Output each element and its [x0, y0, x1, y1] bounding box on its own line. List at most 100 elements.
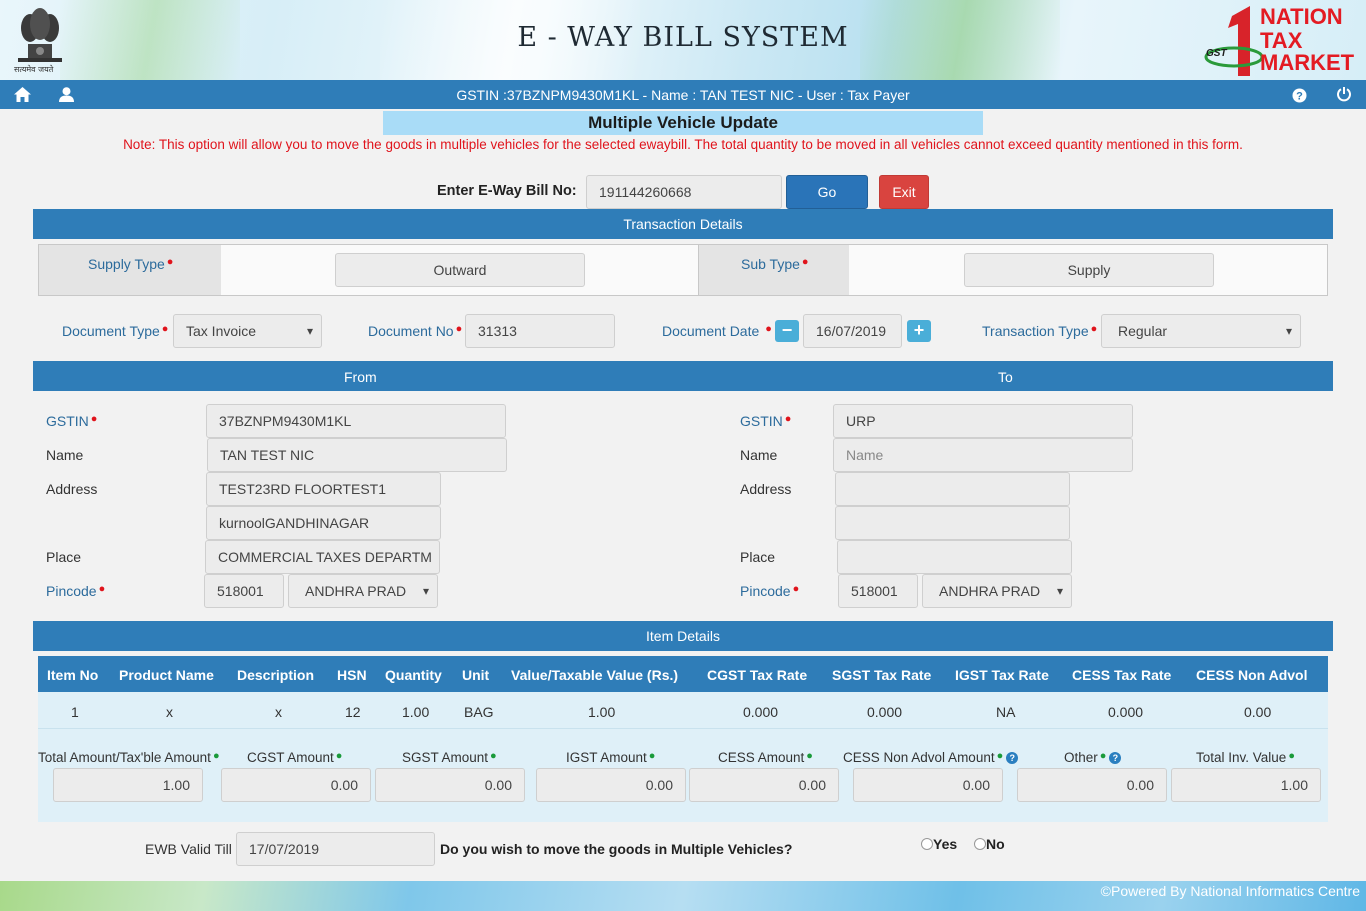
- to-place-label: Place: [740, 549, 776, 565]
- col-hsn: HSN: [337, 667, 367, 683]
- document-date-label: Document Date ●: [662, 323, 772, 339]
- sgst-amount-input[interactable]: 0.00: [375, 768, 525, 802]
- date-plus-button[interactable]: +: [907, 320, 931, 342]
- document-type-select[interactable]: Tax Invoice: [173, 314, 322, 348]
- sub-type-field[interactable]: Supply: [964, 253, 1214, 287]
- from-name-input[interactable]: TAN TEST NIC: [207, 438, 507, 472]
- cell-value: 1.00: [588, 704, 616, 720]
- cess-amount-input[interactable]: 0.00: [689, 768, 839, 802]
- document-no-input[interactable]: 31313: [465, 314, 615, 348]
- ewb-number-input[interactable]: 191144260668: [586, 175, 782, 209]
- sub-type-label: Sub Type ●: [741, 256, 809, 272]
- from-pincode-label: Pincode ●: [46, 583, 106, 599]
- other-amount-input[interactable]: 0.00: [1017, 768, 1167, 802]
- from-place-input[interactable]: COMMERCIAL TAXES DEPARTM: [205, 540, 440, 574]
- to-place-input[interactable]: [837, 540, 1072, 574]
- top-nav-bar: GSTIN :37BZNPM9430M1KL - Name : TAN TEST…: [0, 80, 1366, 109]
- igst-amount-label: IGST Amount ●: [566, 750, 656, 765]
- ewb-label: Enter E-Way Bill No:: [437, 183, 577, 199]
- col-quantity: Quantity: [385, 667, 442, 683]
- from-address2-input[interactable]: kurnoolGANDHINAGAR: [206, 506, 441, 540]
- no-radio-option[interactable]: No: [974, 836, 1005, 852]
- cell-sgst-rate: 0.000: [867, 704, 903, 720]
- to-name-placeholder: Name: [846, 447, 884, 463]
- col-sgst-rate: SGST Tax Rate: [832, 667, 932, 683]
- yes-radio-option[interactable]: Yes: [921, 836, 957, 852]
- col-product-name: Product Name: [119, 667, 214, 683]
- from-heading: From: [344, 369, 377, 385]
- to-state-select[interactable]: ANDHRA PRAD: [922, 574, 1072, 608]
- yes-radio[interactable]: [921, 838, 933, 850]
- to-address1-input[interactable]: [835, 472, 1070, 506]
- total-inv-value-label: Total Inv. Value ●: [1196, 750, 1295, 765]
- document-no-label: Document No ●: [368, 323, 463, 339]
- col-cgst-rate: CGST Tax Rate: [707, 667, 808, 683]
- page-title: Multiple Vehicle Update: [383, 111, 983, 135]
- cess-non-advol-help-icon[interactable]: ?: [1006, 752, 1019, 764]
- ewb-valid-till-input[interactable]: 17/07/2019: [236, 832, 435, 866]
- supply-type-field[interactable]: Outward: [335, 253, 585, 287]
- cgst-amount-label: CGST Amount ●: [247, 750, 343, 765]
- to-name-label: Name: [740, 447, 778, 463]
- cess-non-advol-amount-input[interactable]: 0.00: [853, 768, 1003, 802]
- info-note: Note: This option will allow you to move…: [123, 137, 1243, 152]
- cell-igst-rate: NA: [996, 704, 1016, 720]
- col-cess-non-advol: CESS Non Advol: [1196, 667, 1308, 683]
- sgst-amount-label: SGST Amount ●: [402, 750, 497, 765]
- igst-amount-input[interactable]: 0.00: [536, 768, 686, 802]
- to-heading: To: [998, 369, 1013, 385]
- col-description: Description: [237, 667, 315, 683]
- help-icon[interactable]: ?: [1292, 88, 1307, 103]
- cell-product-name: x: [166, 704, 173, 720]
- transaction-type-label: Transaction Type ●: [982, 323, 1098, 339]
- item-details-heading: Item Details: [33, 621, 1333, 651]
- to-address-label: Address: [740, 481, 792, 497]
- cell-cess-rate: 0.000: [1108, 704, 1144, 720]
- total-amount-input[interactable]: 1.00: [53, 768, 203, 802]
- total-inv-value-input[interactable]: 1.00: [1171, 768, 1321, 802]
- cell-cess-non-advol: 0.00: [1244, 704, 1272, 720]
- cell-hsn: 12: [345, 704, 361, 720]
- document-type-label: Document Type ●: [62, 323, 169, 339]
- from-address1-input[interactable]: TEST23RD FLOORTEST1: [206, 472, 441, 506]
- to-pincode-input[interactable]: 518001: [838, 574, 918, 608]
- from-address-label: Address: [46, 481, 98, 497]
- transaction-details-heading: Transaction Details: [33, 209, 1333, 239]
- to-gstin-label: GSTIN ●: [740, 413, 792, 429]
- go-button[interactable]: Go: [786, 175, 868, 209]
- col-value: Value/Taxable Value (Rs.): [511, 667, 679, 683]
- to-pincode-label: Pincode ●: [740, 583, 800, 599]
- from-state-select[interactable]: ANDHRA PRAD: [288, 574, 438, 608]
- yes-label: Yes: [933, 836, 958, 852]
- transaction-type-select[interactable]: Regular: [1101, 314, 1301, 348]
- to-name-input[interactable]: Name: [833, 438, 1133, 472]
- document-date-input[interactable]: 16/07/2019: [803, 314, 902, 348]
- other-help-icon[interactable]: ?: [1109, 752, 1122, 764]
- svg-text:?: ?: [1296, 91, 1303, 103]
- to-gstin-input[interactable]: URP: [833, 404, 1133, 438]
- cell-description: x: [275, 704, 282, 720]
- app-header: सत्यमेव जयते E - WAY BILL SYSTEM GST NAT…: [0, 0, 1366, 80]
- cgst-amount-input[interactable]: 0.00: [221, 768, 371, 802]
- from-name-label: Name: [46, 447, 84, 463]
- app-title: E - WAY BILL SYSTEM: [517, 22, 849, 53]
- to-address2-input[interactable]: [835, 506, 1070, 540]
- from-pincode-input[interactable]: 518001: [204, 574, 284, 608]
- footer: ©Powered By National Informatics Centre: [0, 881, 1366, 911]
- ewb-valid-till-label: EWB Valid Till: [145, 841, 232, 857]
- power-icon[interactable]: [1336, 86, 1352, 102]
- col-item-no: Item No: [47, 667, 99, 683]
- col-cess-rate: CESS Tax Rate: [1072, 667, 1172, 683]
- emblem-motto: सत्यमेव जयते: [14, 65, 54, 74]
- date-minus-button[interactable]: −: [775, 320, 799, 342]
- brand-line-1: NATION: [1260, 4, 1343, 29]
- from-gstin-input[interactable]: 37BZNPM9430M1KL: [206, 404, 506, 438]
- cell-item-no: 1: [71, 704, 79, 720]
- brand-line-2: TAX: [1260, 28, 1303, 53]
- exit-button[interactable]: Exit: [879, 175, 929, 209]
- no-radio[interactable]: [974, 838, 986, 850]
- supply-type-label: Supply Type ●: [88, 256, 174, 272]
- from-place-label: Place: [46, 549, 82, 565]
- multiple-vehicles-question: Do you wish to move the goods in Multipl…: [440, 841, 793, 857]
- no-label: No: [986, 836, 1005, 852]
